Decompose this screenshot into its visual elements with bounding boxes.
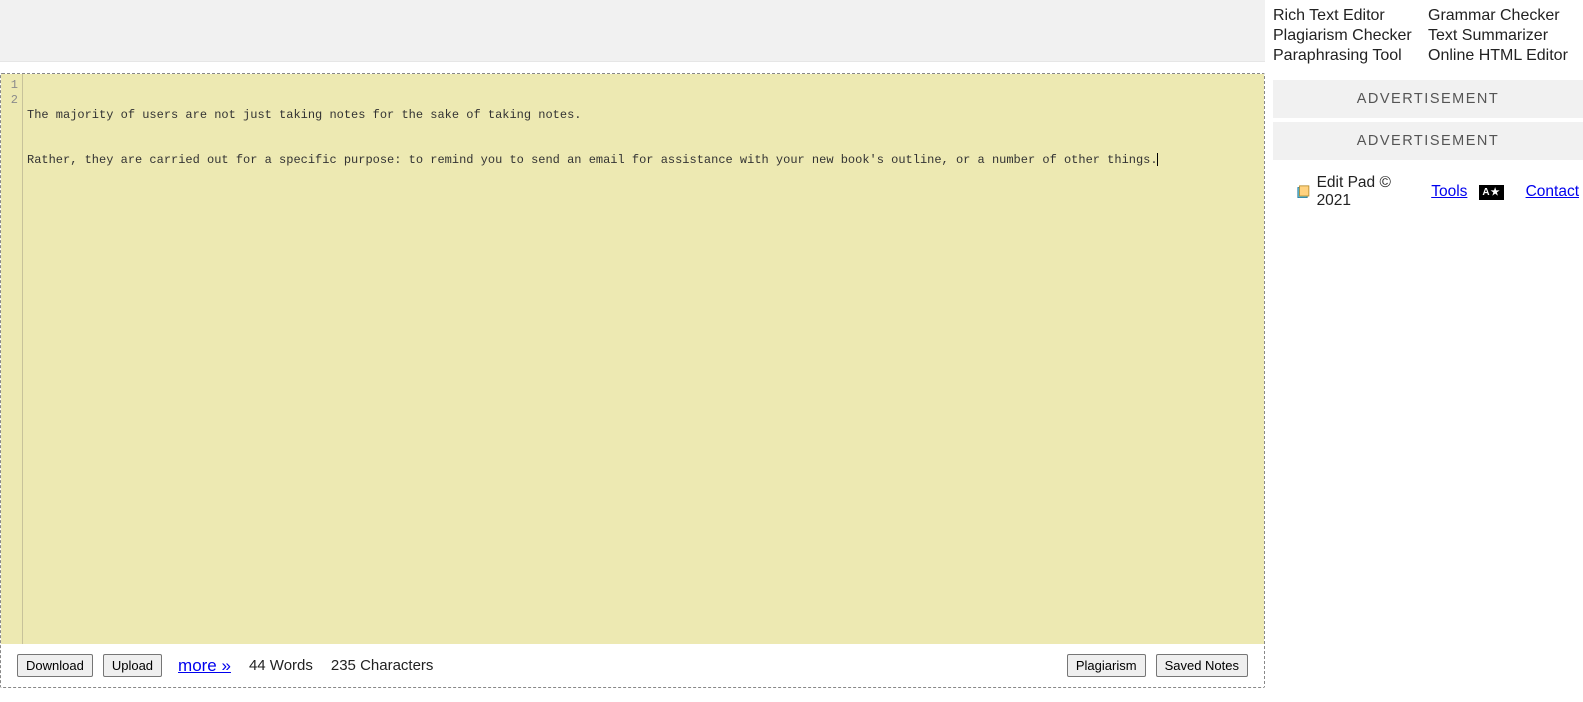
- code-line[interactable]: Rather, they are carried out for a speci…: [27, 153, 1264, 168]
- code-textarea[interactable]: The majority of users are not just takin…: [23, 74, 1264, 644]
- editor-body[interactable]: 1 2 The majority of users are not just t…: [1, 74, 1264, 644]
- tools-link[interactable]: Tools: [1431, 183, 1467, 201]
- ad-label: ADVERTISEMENT: [1273, 122, 1583, 160]
- line-number: 1: [1, 78, 18, 93]
- editor-container: 1 2 The majority of users are not just t…: [0, 73, 1265, 688]
- ad-label: ADVERTISEMENT: [1273, 80, 1583, 118]
- nav-plagiarism-checker[interactable]: Plagiarism Checker: [1273, 26, 1428, 46]
- nav-rich-text-editor[interactable]: Rich Text Editor: [1273, 6, 1428, 26]
- top-ad-placeholder: [0, 0, 1265, 62]
- nav-paraphrasing-tool[interactable]: Paraphrasing Tool: [1273, 46, 1428, 66]
- editpad-logo-icon: [1297, 185, 1311, 200]
- download-button[interactable]: Download: [17, 654, 93, 677]
- saved-notes-button[interactable]: Saved Notes: [1156, 654, 1248, 677]
- editor-footer: Download Upload more » 44 Words 235 Char…: [1, 644, 1264, 687]
- nav-online-html-editor[interactable]: Online HTML Editor: [1428, 46, 1583, 66]
- contact-link[interactable]: Contact: [1526, 183, 1579, 201]
- char-count: 235 Characters: [331, 657, 434, 674]
- more-link[interactable]: more »: [178, 656, 231, 676]
- language-icon[interactable]: A★: [1479, 185, 1503, 200]
- line-gutter: 1 2: [1, 74, 23, 644]
- site-footer: Edit Pad © 2021 Tools A★ Contact: [1273, 164, 1583, 210]
- side-nav-links: Rich Text Editor Plagiarism Checker Para…: [1273, 0, 1583, 80]
- code-line[interactable]: The majority of users are not just takin…: [27, 108, 1264, 123]
- text-cursor: [1157, 153, 1158, 166]
- nav-grammar-checker[interactable]: Grammar Checker: [1428, 6, 1583, 26]
- line-number: 2: [1, 93, 18, 108]
- word-count: 44 Words: [249, 657, 313, 674]
- upload-button[interactable]: Upload: [103, 654, 162, 677]
- plagiarism-button[interactable]: Plagiarism: [1067, 654, 1146, 677]
- nav-text-summarizer[interactable]: Text Summarizer: [1428, 26, 1583, 46]
- copyright-text: Edit Pad © 2021: [1317, 174, 1419, 210]
